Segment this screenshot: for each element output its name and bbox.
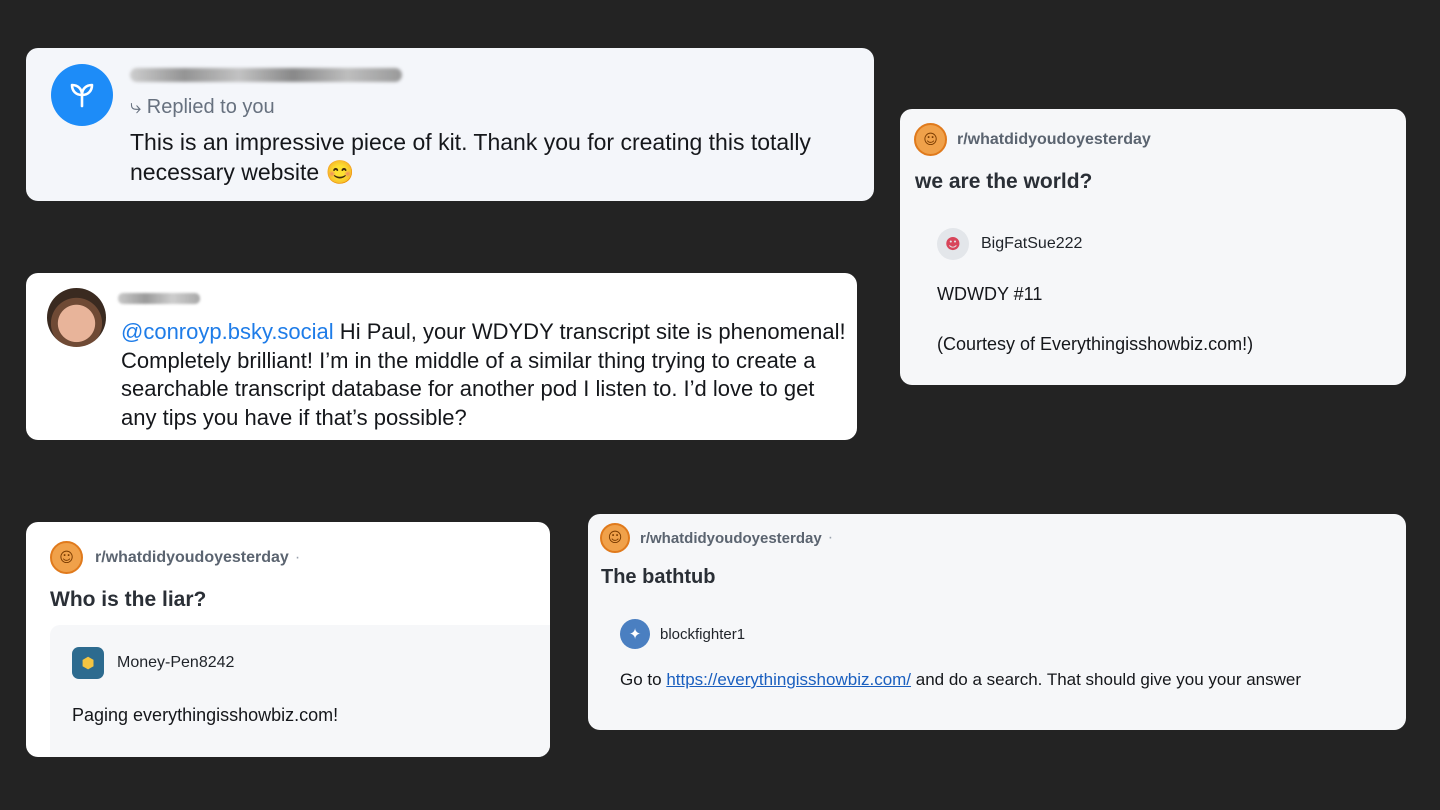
reddit-post-card[interactable]: ☺ r/whatdidyoudoyesterday · Who is the l… [26, 522, 550, 757]
user-avatar-icon: ☻ [937, 228, 969, 260]
mention-link[interactable]: @conroyp.bsky.social [121, 319, 334, 344]
subreddit-name[interactable]: r/whatdidyoudoyesterday [95, 549, 289, 567]
post-title[interactable]: The bathtub [601, 566, 715, 589]
comment-author[interactable]: ⬢ Money-Pen8242 [72, 647, 234, 679]
subreddit-row[interactable]: ☺ r/whatdidyoudoyesterday · [600, 523, 833, 553]
comment-prefix: Go to [620, 670, 667, 689]
comment-suffix: and do a search. That should give you yo… [911, 670, 1302, 689]
bluesky-reply-card[interactable]: ⤷ Replied to you This is an impressive p… [26, 48, 874, 201]
redacted-username [130, 68, 402, 82]
user-avatar-icon: ✦ [620, 619, 650, 649]
subreddit-name[interactable]: r/whatdidyoudoyesterday [640, 530, 822, 547]
username[interactable]: Money-Pen8242 [117, 654, 234, 672]
subreddit-name[interactable]: r/whatdidyoudoyesterday [957, 131, 1151, 149]
comment-box: ⬢ Money-Pen8242 Paging everythingisshowb… [50, 625, 550, 757]
reply-text: This is an impressive piece of kit. Than… [130, 129, 811, 185]
comment-author[interactable]: ✦ blockfighter1 [620, 619, 745, 649]
user-avatar-icon: ⬢ [72, 647, 104, 679]
subreddit-avatar-icon: ☺ [600, 523, 630, 553]
comment-line: Go to https://everythingisshowbiz.com/ a… [620, 668, 1301, 692]
avatar[interactable] [47, 288, 106, 347]
reddit-post-card[interactable]: ☺ r/whatdidyoudoyesterday we are the wor… [900, 109, 1406, 385]
subreddit-row[interactable]: ☺ r/whatdidyoudoyesterday [914, 123, 1151, 156]
reddit-post-card[interactable]: ☺ r/whatdidyoudoyesterday · The bathtub … [588, 514, 1406, 730]
username[interactable]: BigFatSue222 [981, 235, 1082, 253]
subreddit-avatar-icon: ☺ [50, 541, 83, 574]
separator-dot: · [294, 548, 301, 566]
sprout-icon[interactable] [51, 64, 113, 126]
comment-line: Paging everythingisshowbiz.com! [72, 705, 339, 725]
comment-author[interactable]: ☻ BigFatSue222 [937, 228, 1082, 260]
post-title[interactable]: we are the world? [915, 170, 1092, 194]
subreddit-row[interactable]: ☺ r/whatdidyoudoyesterday · [50, 541, 300, 574]
username[interactable]: blockfighter1 [660, 626, 745, 643]
comment-line: WDWDY #11 [937, 284, 1043, 304]
subreddit-avatar-icon: ☺ [914, 123, 947, 156]
comment-link[interactable]: https://everythingisshowbiz.com/ [666, 670, 911, 689]
replied-to-you-label: ⤷ Replied to you [130, 96, 275, 118]
redacted-username [118, 293, 200, 304]
comment-line: (Courtesy of Everythingisshowbiz.com!) [937, 334, 1254, 354]
mention-text: @conroyp.bsky.social Hi Paul, your WDYDY… [121, 318, 846, 432]
separator-dot: · [827, 529, 834, 546]
post-title[interactable]: Who is the liar? [50, 588, 206, 612]
bluesky-mention-card[interactable]: @conroyp.bsky.social Hi Paul, your WDYDY… [26, 273, 857, 440]
